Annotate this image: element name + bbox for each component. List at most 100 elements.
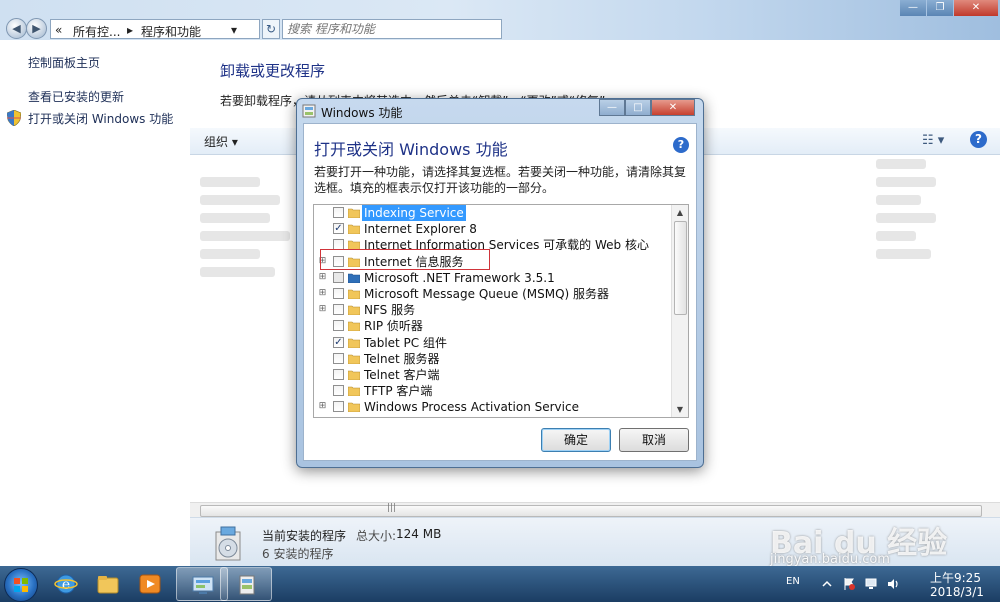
feature-checkbox[interactable]: ✓ [333, 336, 344, 348]
dialog-maximize-button[interactable]: □ [625, 99, 651, 116]
breadcrumb-current[interactable]: 程序和功能 [141, 23, 201, 40]
forward-button[interactable]: ▶ [26, 18, 47, 39]
media-player-icon [139, 574, 161, 594]
expand-icon[interactable]: ⊞ [318, 272, 327, 282]
horizontal-scrollbar[interactable]: ||| [190, 502, 1000, 517]
cancel-button[interactable]: 取消 [619, 428, 689, 452]
watermark-url: jingyan.baidu.com [770, 552, 890, 567]
chevron-up-icon[interactable] [820, 577, 834, 591]
feature-row[interactable]: ✓ Internet Explorer 8 [314, 221, 674, 237]
scroll-up-icon[interactable]: ▲ [672, 205, 688, 220]
dialog-help-icon[interactable]: ? [673, 137, 689, 153]
feature-checkbox[interactable] [333, 320, 344, 332]
view-options-icon[interactable]: ☷ ▾ [922, 133, 944, 148]
feature-label[interactable]: Indexing Service [362, 205, 466, 221]
language-indicator[interactable]: EN [786, 576, 800, 587]
feature-checkbox[interactable] [333, 288, 344, 299]
feature-row[interactable]: Telnet 客户端 [314, 367, 674, 383]
refresh-icon[interactable]: ↻ [262, 19, 280, 39]
feature-row[interactable]: ⊞ Microsoft Message Queue (MSMQ) 服务器 [314, 286, 674, 302]
breadcrumb-parent[interactable]: 所有控... [73, 23, 120, 40]
dialog-close-button[interactable]: ✕ [651, 99, 695, 116]
breadcrumb-dropdown-icon[interactable]: ▾ [231, 23, 237, 37]
feature-checkbox[interactable]: ✓ [333, 223, 344, 235]
feature-label[interactable]: Microsoft .NET Framework 3.5.1 [364, 270, 555, 286]
address-bar[interactable]: « 所有控... ▸ 程序和功能 ▾ [50, 19, 260, 39]
scrollbar-thumb[interactable]: ||| [200, 503, 982, 517]
status-size-value: 124 MB [396, 527, 442, 541]
folder-icon [348, 289, 360, 299]
start-button[interactable] [4, 568, 38, 602]
back-button[interactable]: ◀ [6, 18, 27, 39]
control-panel-icon [192, 576, 214, 594]
taskbar-media-button[interactable] [124, 567, 176, 601]
feature-label[interactable]: Microsoft Message Queue (MSMQ) 服务器 [364, 286, 609, 302]
explorer-titlebar: ◀ ▶ « 所有控... ▸ 程序和功能 ▾ ↻ — ❐ ✕ [0, 0, 1000, 40]
breadcrumb-chevron[interactable]: « [55, 23, 62, 37]
clock-date[interactable]: 2018/3/1 [930, 585, 984, 599]
feature-label[interactable]: TFTP 客户端 [364, 383, 432, 399]
feature-label[interactable]: RIP 侦听器 [364, 318, 423, 334]
feature-row[interactable]: ⊞ Windows Process Activation Service [314, 399, 674, 415]
feature-checkbox[interactable] [333, 385, 344, 397]
breadcrumb-separator[interactable]: ▸ [127, 23, 133, 37]
list-item [200, 231, 290, 241]
ok-button[interactable]: 确定 [541, 428, 611, 452]
action-center-flag-icon[interactable] [842, 577, 856, 591]
folder-icon [348, 322, 360, 332]
feature-row[interactable]: TFTP 客户端 [314, 383, 674, 399]
feature-row[interactable]: ✓ Tablet PC 组件 [314, 335, 674, 351]
feature-label[interactable]: NFS 服务 [364, 302, 415, 318]
scroll-grip: ||| [387, 503, 397, 513]
expand-icon[interactable]: ⊞ [318, 402, 327, 411]
feature-row[interactable]: Telnet 服务器 [314, 351, 674, 367]
feature-checkbox[interactable] [333, 401, 344, 413]
feature-label[interactable]: Telnet 服务器 [364, 351, 440, 367]
folder-icon [348, 208, 360, 218]
window-buttons: — ❐ ✕ [900, 0, 1000, 16]
vertical-scrollbar[interactable]: ▲ ▼ [671, 205, 688, 417]
clock-time[interactable]: 上午9:25 [930, 569, 981, 586]
help-icon[interactable]: ? [970, 131, 987, 148]
minimize-button[interactable]: — [900, 0, 926, 16]
feature-checkbox[interactable] [333, 271, 344, 283]
sidebar-item-control-panel-home[interactable]: 控制面板主页 [28, 54, 100, 71]
list-item [200, 177, 260, 187]
scrollbar-thumb[interactable] [674, 221, 687, 315]
dialog-minimize-button[interactable]: — [599, 99, 625, 116]
feature-row[interactable]: ⊞ NFS 服务 [314, 302, 674, 318]
expand-icon[interactable]: ⊞ [318, 305, 327, 314]
feature-label[interactable]: Internet Explorer 8 [364, 221, 477, 237]
dialog-body: 打开或关闭 Windows 功能 ? 若要打开一种功能，请选择其复选框。若要关闭… [303, 123, 697, 461]
windows-features-icon [239, 575, 255, 595]
folder-icon [348, 370, 360, 380]
feature-label[interactable]: Windows Process Activation Service [364, 399, 579, 415]
search-input[interactable] [282, 19, 502, 39]
taskbar-windows-features-button[interactable] [220, 567, 272, 601]
maximize-button[interactable]: ❐ [927, 0, 953, 16]
expand-icon[interactable]: ⊞ [318, 289, 327, 298]
feature-checkbox[interactable] [333, 207, 344, 218]
scroll-down-icon[interactable]: ▼ [672, 402, 688, 417]
organize-button[interactable]: 组织 ▾ [204, 133, 238, 150]
feature-row[interactable]: RIP 侦听器 [314, 318, 674, 334]
feature-row[interactable]: Indexing Service [314, 205, 674, 221]
list-item [200, 213, 270, 223]
sidebar-item-view-updates[interactable]: 查看已安装的更新 [28, 88, 124, 105]
close-button[interactable]: ✕ [954, 0, 998, 16]
feature-checkbox[interactable] [333, 369, 344, 380]
sidebar-item-windows-features[interactable]: 打开或关闭 Windows 功能 [28, 110, 173, 127]
feature-checkbox[interactable] [333, 304, 344, 316]
feature-label[interactable]: Tablet PC 组件 [364, 335, 447, 351]
network-icon[interactable] [864, 577, 878, 591]
feature-checkbox[interactable] [333, 352, 344, 364]
search-area: ↻ [262, 19, 502, 39]
sidebar: 控制面板主页 查看已安装的更新 打开或关闭 Windows 功能 [0, 40, 190, 566]
volume-icon[interactable] [886, 577, 900, 591]
feature-label[interactable]: Telnet 客户端 [364, 367, 440, 383]
feature-row[interactable]: ⊞ Microsoft .NET Framework 3.5.1 [314, 270, 674, 286]
